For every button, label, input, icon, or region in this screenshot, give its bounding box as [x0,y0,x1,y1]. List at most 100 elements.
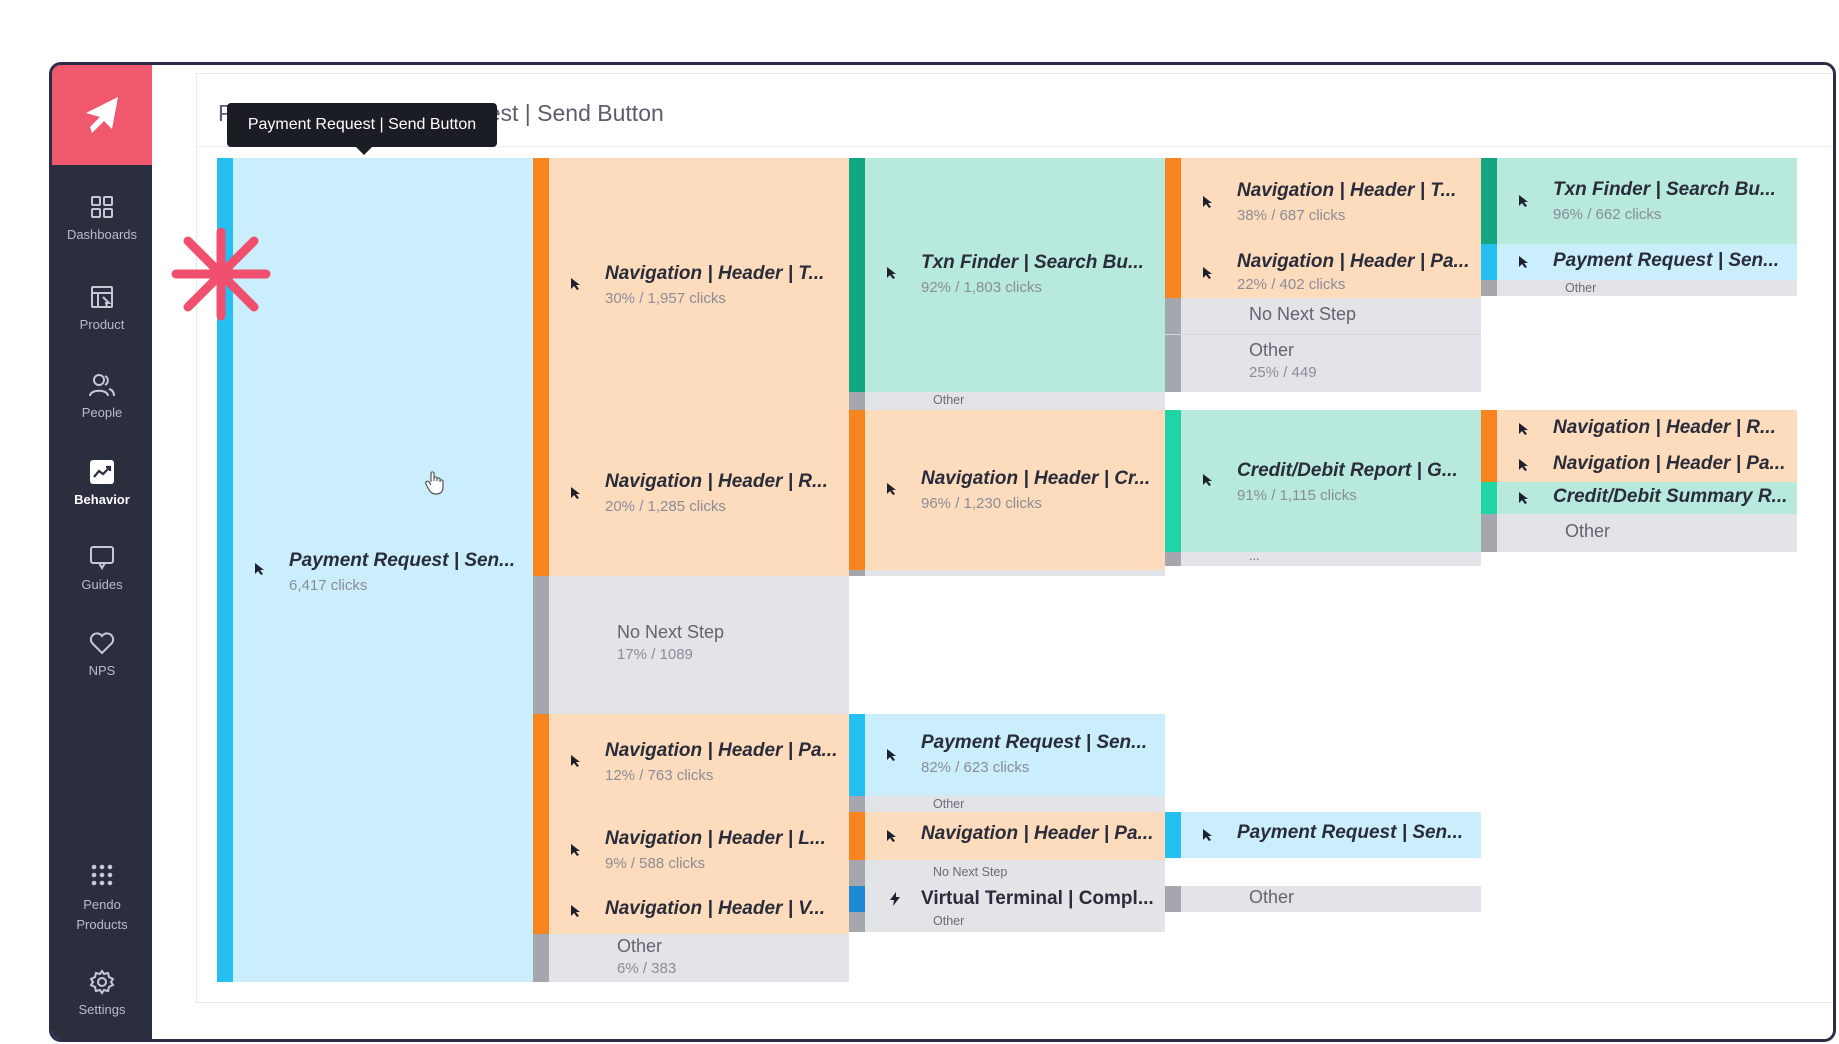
heart-icon [89,632,115,655]
node-label: Other [933,914,965,928]
path-node[interactable]: Txn Finder | Search Bu... 96% / 662 click… [1481,158,1797,244]
pendo-logo[interactable] [52,65,152,165]
path-node[interactable]: Txn Finder | Search Bu... 92% / 1,803 cli… [849,158,1165,392]
sidebar-item-settings[interactable]: Settings [52,968,152,1017]
cursor-click-icon [255,563,264,575]
lightning-event-icon [890,892,900,906]
path-node[interactable]: Payment Request | Sen... [1481,244,1797,280]
path-node[interactable]: Credit/Debit Summary R... [1481,482,1797,514]
node-stat: 96% / 662 clicks [1553,206,1662,223]
path-node[interactable]: Navigation | Header | R... 20% / 1,285 cl… [533,410,849,576]
path-node[interactable]: Navigation | Header | V... [533,888,849,934]
path-node[interactable]: Virtual Terminal | Compl... [849,886,1165,912]
node-label: Payment Request | Sen... [1237,822,1463,843]
cursor-click-icon [887,483,896,495]
cursor-click-icon [571,487,580,499]
path-node-no-next-step[interactable]: No Next Step [849,860,1165,886]
node-label: Other [1565,281,1597,295]
path-node-other[interactable]: Other [1165,886,1481,912]
node-color-bar [533,888,549,934]
path-node-other[interactable]: Other 6% / 383 [533,934,849,982]
dashboards-icon [91,196,113,218]
cursor-click-icon [1203,474,1212,486]
node-label: Credit/Debit Summary R... [1553,486,1788,507]
sidebar-item-label: Pendo Products [76,897,128,932]
sidebar-item-dashboards[interactable]: Dashboards [52,193,152,242]
node-stat: 9% / 588 clicks [605,855,706,872]
node-color-bar [1481,244,1497,280]
path-node[interactable]: Payment Request | Sen... [1165,812,1481,858]
guides-icon [90,546,114,570]
node-stat: 6,417 clicks [289,577,368,594]
path-node[interactable]: Navigation | Header | Pa... [1481,448,1797,482]
path-node-other[interactable]: Other [849,796,1165,812]
sidebar-item-nps[interactable]: NPS [52,629,152,678]
sidebar-item-behavior[interactable]: Behavior [52,458,152,507]
path-node-other[interactable]: Other 25% / 449 [1165,334,1481,392]
cursor-click-icon [571,844,580,856]
path-node-other[interactable]: ... [1165,552,1481,566]
node-color-bar [533,158,549,410]
node-label: Navigation | Header | Cr... [921,468,1151,489]
cursor-click-icon [571,755,580,767]
node-label: Navigation | Header | Pa... [921,823,1154,844]
path-node[interactable]: Navigation | Header | L... 9% / 588 click… [533,812,849,888]
path-node[interactable]: Credit/Debit Report | G... 91% / 1,115 cl… [1165,410,1481,552]
node-color-bar [1165,410,1181,552]
node-label: Navigation | Header | L... [605,828,826,849]
node-label: Virtual Terminal | Compl... [921,888,1154,909]
sidebar-item-people[interactable]: People [52,371,152,420]
cursor-click-icon [571,278,580,290]
sidebar-item-guides[interactable]: Guides [52,543,152,592]
path-node-other[interactable]: Other [849,392,1165,410]
node-label: Other [933,797,965,811]
sidebar-item-label: People [81,405,123,420]
node-color-bar [533,934,549,982]
node-stat: 6% / 383 [617,960,677,977]
path-node[interactable]: Navigation | Header | T... 30% / 1,957 cl… [533,158,849,410]
node-color-bar [1165,552,1181,566]
node-label: Other [933,393,965,407]
path-node[interactable]: Navigation | Header | R... [1481,410,1797,448]
sidebar-item-label: Product [79,317,125,332]
path-node[interactable]: Navigation | Header | T... 38% / 687 clic… [1165,158,1481,246]
path-node-no-next-step[interactable]: No Next Step 17% / 1089 [533,576,849,714]
path-node-other[interactable]: Other [849,912,1165,932]
node-color-bar [1165,812,1181,858]
cursor-click-icon [887,749,896,761]
path-node-other[interactable]: Other [1481,280,1797,296]
node-color-bar [849,812,865,860]
sidebar-item-label: Settings [78,1002,126,1017]
node-label: Txn Finder | Search Bu... [1553,179,1776,200]
path-node-no-next-step[interactable]: No Next Step [1165,298,1481,334]
node-color-bar [1481,514,1497,552]
node-label: Payment Request | Sen... [921,732,1147,753]
sidebar-item-label: NPS [88,663,116,678]
path-node[interactable]: Payment Request | Sen... 82% / 623 clicks [849,714,1165,796]
path-node[interactable]: Navigation | Header | Pa... [849,812,1165,860]
cursor-click-icon [887,830,896,842]
path-node-other[interactable]: Other [1481,514,1797,552]
cursor-click-icon [1519,492,1528,504]
path-node[interactable]: Navigation | Header | Cr... 96% / 1,230 c… [849,410,1165,570]
node-label: Navigation | Header | V... [605,898,826,919]
path-node[interactable]: Navigation | Header | Pa... 22% / 402 cli… [1165,246,1481,298]
node-color-bar [1481,280,1497,296]
path-node-other[interactable] [849,570,1165,576]
tooltip: Payment Request | Send Button [227,103,497,155]
node-color-bar [1165,335,1181,392]
node-label: Navigation | Header | Pa... [605,740,838,761]
path-node[interactable]: Navigation | Header | Pa... 12% / 763 cli… [533,714,849,812]
node-stat: 17% / 1089 [617,646,693,663]
node-label: Other [1249,340,1295,360]
sidebar-item-pendo-products[interactable]: Pendo Products [52,861,152,935]
cursor-click-icon [887,267,896,279]
node-label: Payment Request | Sen... [1553,250,1779,271]
node-color-bar [1481,410,1497,448]
hand-pointer-icon [425,471,444,495]
node-color-bar [849,158,865,392]
people-icon [89,374,115,397]
cursor-click-icon [1519,256,1528,268]
gear-icon [89,969,115,995]
sidebar-item-product[interactable]: Product [52,283,152,332]
